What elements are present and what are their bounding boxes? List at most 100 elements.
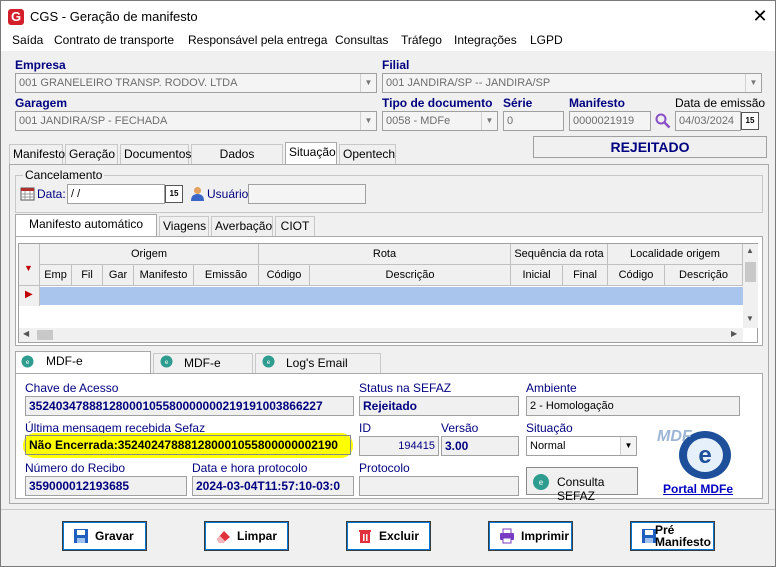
chave-acesso-field[interactable]: 3524034788812800010558000000021919100386… <box>25 396 354 416</box>
grid-col-fil[interactable]: Fil <box>72 265 103 286</box>
tab-opentech[interactable]: Opentech <box>339 144 396 164</box>
tab-manifesto[interactable]: Manifesto <box>9 144 65 164</box>
grid-col-codigo[interactable]: Código <box>259 265 310 286</box>
chave-acesso-label: Chave de Acesso <box>25 381 119 395</box>
chevron-down-icon[interactable]: ▼ <box>620 437 636 455</box>
status-sefaz-label: Status na SEFAZ <box>359 381 452 395</box>
limpar-button[interactable]: Limpar <box>204 521 289 551</box>
window-title: CGS - Geração de manifesto <box>30 9 198 24</box>
versao-field[interactable]: 3.00 <box>441 436 519 456</box>
menu-lgpd[interactable]: LGPD <box>530 33 563 47</box>
garagem-combo[interactable]: 001 JANDIRA/SP - FECHADA ▼ <box>15 111 377 131</box>
imprimir-label: Imprimir <box>521 529 570 543</box>
id-field[interactable]: 194415 <box>359 436 439 456</box>
grid-indicator-header: ▼ <box>19 244 40 286</box>
chevron-left-icon[interactable]: ◀ <box>23 329 29 338</box>
menu-saida[interactable]: Saída <box>12 33 43 47</box>
situacao-label: Situação <box>526 421 573 435</box>
chevron-down-icon[interactable]: ▼ <box>745 74 761 92</box>
menu-trafego[interactable]: Tráfego <box>401 33 442 47</box>
grid-col-manifesto[interactable]: Manifesto <box>134 265 194 286</box>
grid-group-origem: Origem <box>40 244 259 265</box>
cancelamento-data-field[interactable]: / / <box>67 184 165 204</box>
garagem-label: Garagem <box>15 96 68 110</box>
mdfe-icon: e <box>160 355 173 368</box>
tipo-documento-combo[interactable]: 0058 - MDFe ▼ <box>382 111 498 131</box>
empresa-combo[interactable]: 001 GRANELEIRO TRANSP. RODOV. LTDA ▼ <box>15 73 377 93</box>
data-emissao-field[interactable]: 04/03/2024 <box>675 111 741 131</box>
data-hora-protocolo-field[interactable]: 2024-03-04T11:57:10-03:0 <box>192 476 354 496</box>
tab-dados-adicionais[interactable]: Dados adicionais <box>191 144 283 179</box>
cancelamento-data-label: Data: <box>37 187 66 201</box>
consulta-sefaz-button[interactable]: e Consulta SEFAZ <box>526 467 638 503</box>
grid-col-inicial[interactable]: Inicial <box>511 265 563 286</box>
close-icon[interactable]: ✕ <box>749 5 771 27</box>
chevron-right-icon[interactable]: ▶ <box>731 329 737 338</box>
gravar-button[interactable]: Gravar <box>62 521 147 551</box>
filial-combo[interactable]: 001 JANDIRA/SP -- JANDIRA/SP ▼ <box>382 73 762 93</box>
manifesto-grid[interactable]: ▼ Origem Rota Sequência da rota Localida… <box>18 243 758 343</box>
table-row[interactable] <box>40 287 743 305</box>
title-bar: G CGS - Geração de manifesto ✕ <box>1 1 775 31</box>
ultima-mensagem-field[interactable]: Não Encerrada:35240247888128000105580000… <box>25 435 351 455</box>
calendar-icon[interactable]: 15 <box>741 112 759 130</box>
tab-documentos[interactable]: Documentos <box>120 144 191 164</box>
grid-group-localidade: Localidade origem <box>608 244 743 265</box>
tab-ciot[interactable]: CIOT <box>275 216 315 236</box>
menu-consultas[interactable]: Consultas <box>335 33 388 47</box>
calendar-icon <box>20 187 35 201</box>
grid-col-descricao-localidade[interactable]: Descrição <box>665 265 743 286</box>
grid-col-emissao[interactable]: Emissão <box>194 265 259 286</box>
portal-mdfe-link[interactable]: Portal MDFe <box>663 482 733 496</box>
grid-group-rota: Rota <box>259 244 511 265</box>
serie-field[interactable]: 0 <box>503 111 564 131</box>
menu-integracoes[interactable]: Integrações <box>454 33 517 47</box>
grid-col-codigo-localidade[interactable]: Código <box>608 265 665 286</box>
pre-manifesto-button[interactable]: Pré Manifesto <box>630 521 715 551</box>
scroll-thumb[interactable] <box>37 330 53 340</box>
imprimir-button[interactable]: Imprimir <box>488 521 573 551</box>
menu-responsavel-entrega[interactable]: Responsável pela entrega <box>188 33 327 47</box>
grid-col-descricao[interactable]: Descrição <box>310 265 511 286</box>
serie-label: Série <box>503 96 533 110</box>
ambiente-field[interactable]: 2 - Homologação <box>526 396 740 416</box>
sub-tabs: Manifesto automático Viagens Averbação C… <box>15 214 325 236</box>
status-badge: REJEITADO <box>533 136 767 158</box>
row-pointer-icon: ▶ <box>25 289 33 300</box>
search-icon[interactable] <box>655 113 671 129</box>
tab-geracao[interactable]: Geração <box>65 144 118 164</box>
manifesto-field[interactable]: 0000021919 <box>569 111 651 131</box>
empresa-label: Empresa <box>15 58 66 72</box>
protocolo-label: Protocolo <box>359 461 410 475</box>
tab-mdfe-informacoes[interactable]: MDF-e informações <box>15 351 151 386</box>
tab-situacao[interactable]: Situação <box>285 142 337 164</box>
chevron-up-icon[interactable]: ▲ <box>746 246 754 255</box>
scroll-thumb[interactable] <box>745 262 756 282</box>
chevron-down-icon[interactable]: ▼ <box>746 314 754 323</box>
data-hora-protocolo-label: Data e hora protocolo <box>192 461 308 475</box>
eraser-icon <box>217 531 230 543</box>
gravar-label: Gravar <box>95 529 134 543</box>
svg-text:MDF: MDF <box>657 428 693 445</box>
row-indicator: ▶ <box>19 286 40 306</box>
vertical-scrollbar[interactable]: ▲ ▼ <box>743 244 758 328</box>
grid-col-gar[interactable]: Gar <box>103 265 134 286</box>
cancelamento-usuario-field[interactable] <box>248 184 366 204</box>
horizontal-scrollbar[interactable]: ◀ ▶ <box>19 328 743 342</box>
chevron-down-icon[interactable]: ▼ <box>481 112 497 130</box>
chevron-down-icon[interactable]: ▼ <box>360 112 376 130</box>
situacao-combo[interactable]: Normal ▼ <box>526 436 637 456</box>
numero-recibo-field[interactable]: 359000012193685 <box>25 476 187 496</box>
tab-averbacao[interactable]: Averbação <box>211 216 273 236</box>
protocolo-field[interactable] <box>359 476 519 496</box>
calendar-icon[interactable]: 15 <box>165 185 183 203</box>
grid-col-emp[interactable]: Emp <box>40 265 72 286</box>
excluir-button[interactable]: Excluir <box>346 521 431 551</box>
menu-contrato-transporte[interactable]: Contrato de transporte <box>54 33 174 47</box>
chevron-down-icon[interactable]: ▼ <box>360 74 376 92</box>
tab-viagens[interactable]: Viagens <box>159 216 209 236</box>
grid-col-final[interactable]: Final <box>563 265 608 286</box>
tab-manifesto-automatico[interactable]: Manifesto automático <box>15 214 157 236</box>
status-sefaz-field[interactable]: Rejeitado <box>359 396 519 416</box>
menu-bar: Saída Contrato de transporte Responsável… <box>1 31 775 51</box>
